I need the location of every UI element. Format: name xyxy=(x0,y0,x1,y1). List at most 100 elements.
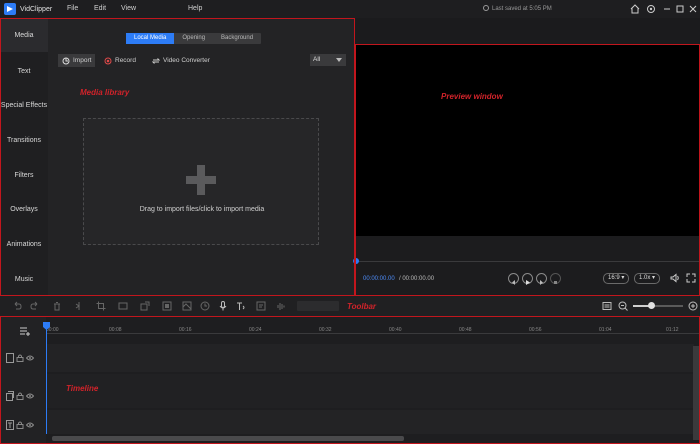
home-icon[interactable] xyxy=(629,3,641,15)
scrubber-handle[interactable] xyxy=(353,258,359,264)
add-track-icon[interactable] xyxy=(19,326,30,336)
lock-icon[interactable] xyxy=(16,354,24,362)
playback-speed-select[interactable]: 1.0x ▾ xyxy=(634,273,661,284)
playhead[interactable] xyxy=(43,322,50,434)
overlay-track-header xyxy=(6,390,42,402)
next-frame-button[interactable] xyxy=(536,273,547,285)
duration-icon[interactable] xyxy=(200,301,210,311)
video-track[interactable] xyxy=(46,344,694,372)
sidebar-item-animations[interactable]: Animations xyxy=(0,227,48,261)
media-filter-value: All xyxy=(313,56,321,63)
menu-file[interactable]: File xyxy=(67,0,78,18)
speech-to-text-icon[interactable] xyxy=(256,301,266,311)
media-filter-select[interactable]: All xyxy=(310,54,346,66)
voiceover-icon[interactable] xyxy=(218,301,228,311)
import-label: Import xyxy=(73,57,92,64)
menu-view[interactable]: View xyxy=(121,0,136,18)
text-to-speech-icon[interactable] xyxy=(236,301,246,311)
stop-button[interactable] xyxy=(550,273,561,284)
timeline-horizontal-scrollbar[interactable] xyxy=(52,436,404,441)
playback-scrubber[interactable] xyxy=(356,261,700,262)
play-button[interactable] xyxy=(522,273,533,285)
lock-icon[interactable] xyxy=(16,392,24,400)
import-button[interactable]: Import xyxy=(58,54,96,67)
fullscreen-icon[interactable] xyxy=(686,273,696,283)
zoom-in-icon[interactable] xyxy=(688,301,698,311)
playhead-marker-icon[interactable] xyxy=(43,322,50,330)
sidebar-item-special-effects[interactable]: Special Effects xyxy=(0,88,48,122)
saved-check-icon xyxy=(483,5,489,11)
sidebar-item-overlays[interactable]: Overlays xyxy=(0,192,48,226)
crop-icon[interactable] xyxy=(96,301,106,311)
overlay-track[interactable] xyxy=(46,374,694,408)
text-track[interactable] xyxy=(46,410,694,434)
step-forward-icon xyxy=(540,280,543,285)
zoom-slider-handle[interactable] xyxy=(648,302,655,309)
ruler-tick: 00:32 xyxy=(319,327,332,333)
mosaic-icon[interactable] xyxy=(162,301,172,311)
minimize-icon[interactable] xyxy=(661,3,673,15)
audio-icon[interactable] xyxy=(276,301,286,311)
undo-icon[interactable] xyxy=(12,301,22,311)
import-drop-zone[interactable]: Drag to import files/click to import med… xyxy=(83,118,319,245)
settings-icon[interactable] xyxy=(645,3,657,15)
zoom-out-icon[interactable] xyxy=(618,301,628,311)
ruler-tick: 01:04 xyxy=(599,327,612,333)
annotation-media-library: Media library xyxy=(80,88,130,97)
ruler-tick: 00:08 xyxy=(109,327,122,333)
split-icon[interactable] xyxy=(74,301,84,311)
volume-icon[interactable] xyxy=(670,273,680,283)
zoom-slider[interactable] xyxy=(633,302,683,309)
tab-opening[interactable]: Opening xyxy=(174,33,213,44)
toolbar-export-box[interactable] xyxy=(297,301,339,311)
rotate-icon[interactable] xyxy=(140,301,150,311)
record-button[interactable]: Record xyxy=(104,54,136,67)
media-library-panel: Local Media Opening Background Import Re… xyxy=(48,18,354,296)
tab-background[interactable]: Background xyxy=(213,33,261,44)
annotation-toolbar: Toolbar xyxy=(347,302,377,311)
convert-icon xyxy=(152,57,160,64)
maximize-icon[interactable] xyxy=(674,3,686,15)
video-converter-button[interactable]: Video Converter xyxy=(152,54,210,67)
ruler-tick: 00:48 xyxy=(459,327,472,333)
sidebar-item-text[interactable]: Text xyxy=(0,54,48,88)
sidebar-item-transitions[interactable]: Transitions xyxy=(0,123,48,157)
previous-frame-button[interactable] xyxy=(508,273,519,285)
close-icon[interactable] xyxy=(687,3,699,15)
aspect-ratio-value: 16:9 xyxy=(608,275,620,281)
eye-icon[interactable] xyxy=(26,421,34,429)
aspect-ratio-select[interactable]: 16:9 ▾ xyxy=(603,273,630,284)
freeze-frame-icon[interactable] xyxy=(182,301,192,311)
ruler-tick: 00:40 xyxy=(389,327,402,333)
timeline-vertical-scrollbar[interactable] xyxy=(693,346,699,440)
eye-icon[interactable] xyxy=(26,354,34,362)
sidebar-item-media[interactable]: Media xyxy=(0,18,48,52)
menu-edit[interactable]: Edit xyxy=(94,0,106,18)
redo-icon[interactable] xyxy=(30,301,40,311)
record-label: Record xyxy=(115,57,136,64)
sidebar-item-filters[interactable]: Filters xyxy=(0,158,48,192)
eye-icon[interactable] xyxy=(26,392,34,400)
plus-icon xyxy=(186,165,216,195)
menu-help[interactable]: Help xyxy=(188,0,202,18)
app-logo xyxy=(4,3,16,15)
video-track-header xyxy=(6,352,42,364)
drop-zone-text: Drag to import files/click to import med… xyxy=(139,206,265,213)
sidebar-item-music[interactable]: Music xyxy=(0,262,48,296)
import-icon xyxy=(62,57,70,64)
fit-timeline-icon[interactable] xyxy=(602,301,612,311)
record-icon xyxy=(104,57,112,64)
timeline-ruler[interactable]: 00:00 00:08 00:16 00:24 00:32 00:40 00:4… xyxy=(46,324,700,334)
sidebar: Media Text Special Effects Transitions F… xyxy=(0,18,48,296)
save-status: Last saved at 5:05 PM xyxy=(483,0,552,18)
delete-icon[interactable] xyxy=(52,301,62,311)
tab-local-media[interactable]: Local Media xyxy=(126,33,175,44)
media-source-tabs: Local Media Opening Background xyxy=(126,33,262,44)
mirror-icon[interactable] xyxy=(118,301,128,311)
step-back-icon xyxy=(512,280,515,285)
total-time: / 00:00:00.00 xyxy=(399,276,435,282)
text-track-icon xyxy=(6,420,14,430)
ruler-tick: 00:16 xyxy=(179,327,192,333)
lock-icon[interactable] xyxy=(16,421,24,429)
video-track-icon xyxy=(6,353,14,363)
